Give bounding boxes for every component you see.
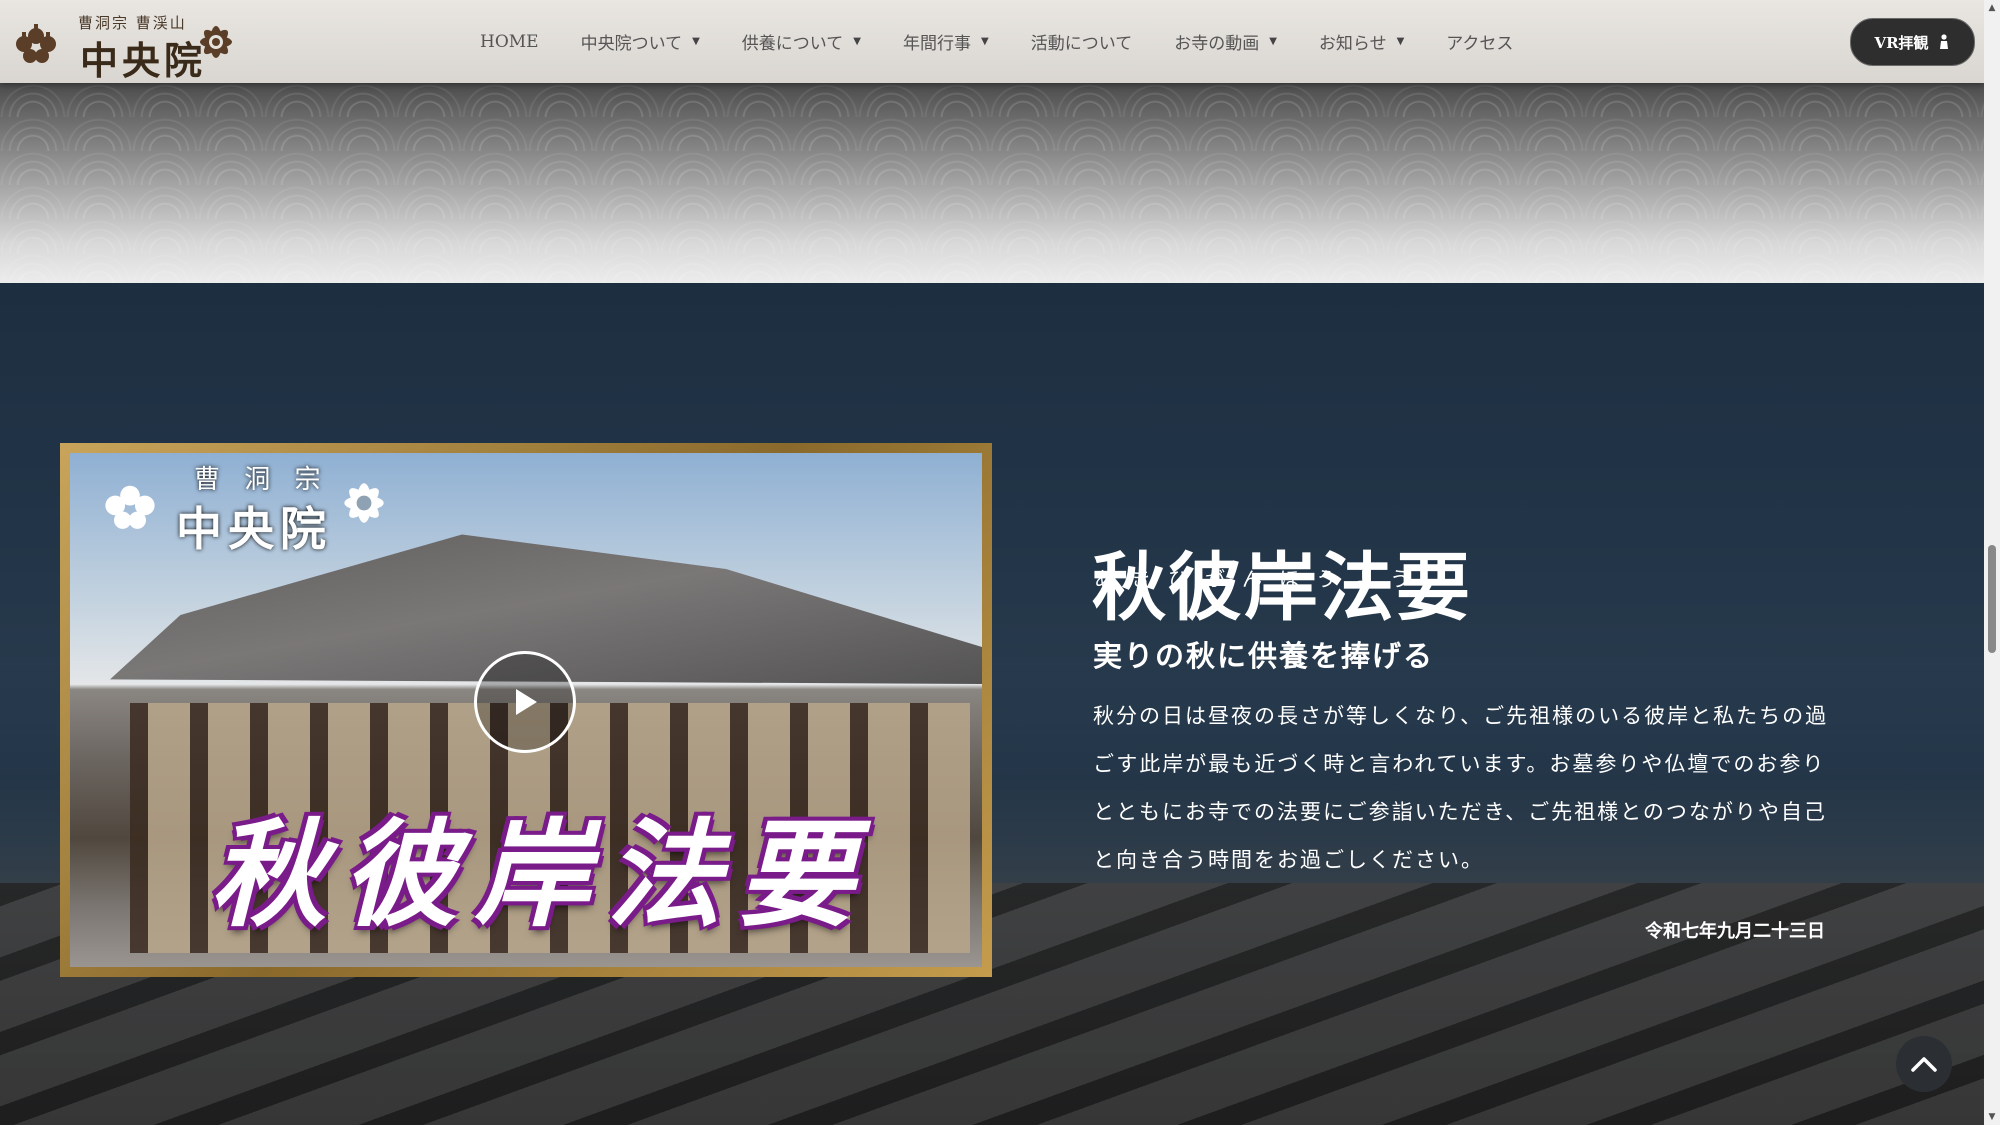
- scroll-down-arrow-icon[interactable]: ▼: [1984, 1109, 2000, 1125]
- nav-label: アクセス: [1446, 34, 1514, 54]
- video-player[interactable]: 曹 洞 宗 中央院 秋彼岸法要: [70, 453, 982, 967]
- nav-label: 活動について: [1030, 34, 1133, 54]
- nav-item-about[interactable]: 中央院ついて ▼: [581, 29, 700, 54]
- nav-item-videos[interactable]: お寺の動画 ▼: [1174, 29, 1277, 54]
- video-frame: 曹 洞 宗 中央院 秋彼岸法要: [60, 443, 992, 977]
- event-date: 令和七年九月二十三日: [1645, 921, 1825, 942]
- crest-icon: [344, 483, 384, 523]
- play-icon: [516, 689, 537, 715]
- site-header: 曹洞宗 曹渓山 中央院 HOME 中央院ついて ▼ 供養について ▼ 年間行事 …: [0, 0, 1984, 83]
- caret-down-icon: ▼: [692, 36, 700, 47]
- person-icon: [1939, 34, 1948, 49]
- nav-label: 供養について: [741, 34, 844, 54]
- logo-title: 中央院: [80, 38, 207, 83]
- play-button[interactable]: [474, 651, 576, 753]
- main-nav: HOME 中央院ついて ▼ 供養について ▼ 年間行事 ▼ 活動について お寺の…: [480, 0, 1555, 83]
- nav-item-activities[interactable]: 活動について: [1031, 29, 1133, 54]
- caret-down-icon: ▼: [853, 36, 861, 47]
- nav-label: HOME: [480, 31, 539, 52]
- event-title-reading: あきひがんほうよう: [1094, 567, 1427, 591]
- caret-down-icon: ▼: [1269, 36, 1277, 47]
- event-description: 秋分の日は昼夜の長さが等しくなり、ご先祖様のいる彼岸と私たちの過ごす此岸が最も近…: [1093, 704, 1829, 872]
- scrollbar-thumb[interactable]: [1988, 545, 1996, 653]
- nav-label: 中央院ついて: [580, 34, 683, 54]
- nav-item-home[interactable]: HOME: [480, 32, 539, 52]
- nav-label: お知らせ: [1318, 34, 1387, 54]
- nav-item-memorial[interactable]: 供養について ▼: [742, 29, 861, 54]
- wave-pattern-band: [0, 83, 1984, 283]
- nav-item-news[interactable]: お知らせ ▼: [1319, 29, 1404, 54]
- nav-label: お寺の動画: [1174, 34, 1260, 54]
- crest-icon: [200, 26, 232, 58]
- nav-item-events[interactable]: 年間行事 ▼: [903, 29, 989, 54]
- event-section: 曹 洞 宗 中央院 秋彼岸法要 秋彼岸法要 あきひがんほうよう 実りの秋に供養を…: [0, 283, 1984, 1125]
- scroll-up-arrow-icon[interactable]: ▲: [1984, 0, 2000, 16]
- video-title-overlay: 秋彼岸法要: [210, 807, 870, 943]
- site-logo[interactable]: 曹洞宗 曹渓山 中央院: [10, 10, 242, 83]
- vr-tour-button[interactable]: VR拝観: [1850, 18, 1975, 66]
- page-scrollbar[interactable]: ▲ ▼: [1984, 0, 2000, 1125]
- scroll-to-top-button[interactable]: [1896, 1036, 1952, 1092]
- video-logo-title: 中央院: [176, 502, 332, 556]
- caret-down-icon: ▼: [981, 36, 989, 47]
- vr-button-label: VR拝観: [1874, 33, 1929, 52]
- crest-icon: [16, 24, 56, 63]
- crest-icon: [105, 485, 155, 529]
- nav-item-access[interactable]: アクセス: [1446, 29, 1513, 54]
- event-subtitle: 実りの秋に供養を捧げる: [1093, 639, 1435, 674]
- nav-label: 年間行事: [903, 34, 971, 54]
- caret-down-icon: ▼: [1396, 36, 1405, 47]
- video-logo-subtitle: 曹 洞 宗: [194, 465, 329, 495]
- chevron-up-icon: [1911, 1057, 1937, 1072]
